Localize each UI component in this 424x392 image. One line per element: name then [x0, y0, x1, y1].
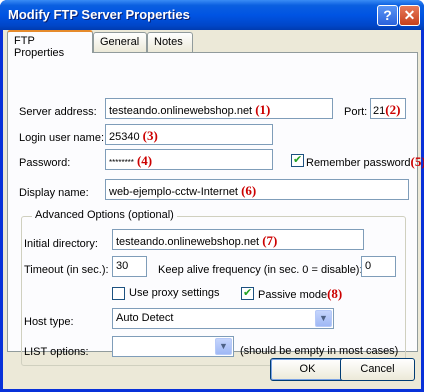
keep-alive-label: Keep alive frequency (in sec. 0 = disabl… — [158, 264, 363, 276]
host-type-label: Host type: — [24, 316, 74, 328]
server-address-input[interactable]: testeando.onlinewebshop.net (1) — [105, 98, 333, 119]
marker-2: (2) — [385, 102, 401, 117]
timeout-input[interactable]: 30 — [112, 256, 147, 277]
marker-4: (4) — [136, 153, 153, 168]
advanced-options-title: Advanced Options (optional) — [32, 209, 177, 221]
tab-label: General — [100, 36, 140, 48]
use-proxy-label[interactable]: Use proxy settings — [129, 287, 219, 299]
host-type-select[interactable]: Auto Detect ▼ — [112, 308, 334, 329]
keep-alive-input[interactable]: 0 — [361, 256, 396, 277]
server-address-value: testeando.onlinewebshop.net — [109, 105, 253, 117]
title-bar[interactable]: Modify FTP Server Properties ? ✕ — [0, 0, 424, 30]
port-value: 21 — [373, 105, 386, 117]
remember-password-checkbox[interactable] — [291, 153, 304, 167]
password-label: Password: — [19, 157, 71, 169]
marker-7: (7) — [262, 233, 278, 248]
tab-panel-ftp-properties: Server address: testeando.onlinewebshop.… — [7, 52, 424, 366]
login-label: Login user name: — [19, 132, 104, 144]
initial-directory-input[interactable]: testeando.onlinewebshop.net (7) — [112, 229, 364, 250]
passive-mode-checkbox[interactable] — [241, 286, 254, 300]
marker-1: (1) — [255, 102, 271, 117]
host-type-value: Auto Detect — [116, 312, 174, 324]
marker-3: (3) — [142, 128, 158, 143]
tab-ftp-properties[interactable]: FTP Properties — [7, 30, 93, 59]
dialog-body: FTP Properties General Notes Server addr… — [3, 30, 424, 389]
marker-5: (5) — [410, 154, 424, 169]
login-value: 25340 — [109, 131, 140, 143]
tab-label: FTP Properties — [14, 35, 65, 59]
tab-general[interactable]: General — [93, 32, 147, 52]
list-options-hint: (should be empty in most cases) — [240, 345, 399, 357]
help-icon[interactable]: ? — [377, 5, 398, 26]
close-icon[interactable]: ✕ — [399, 5, 420, 26]
passive-mode-text: Passive mode — [258, 289, 328, 301]
timeout-value: 30 — [116, 260, 129, 272]
password-value: ******** — [109, 158, 134, 167]
use-proxy-checkbox[interactable] — [112, 287, 125, 300]
chevron-down-icon[interactable]: ▼ — [215, 338, 232, 355]
remember-password-label[interactable]: Remember password(5) — [306, 154, 424, 170]
password-input[interactable]: ******** (4) — [105, 149, 273, 170]
ok-button[interactable]: OK — [270, 358, 345, 381]
passive-mode-label[interactable]: Passive mode(8) — [258, 286, 342, 302]
list-options-select[interactable]: ▼ — [112, 336, 234, 357]
window-title: Modify FTP Server Properties — [8, 7, 190, 22]
marker-8: (8) — [327, 286, 343, 301]
list-options-label: LIST options: — [24, 346, 89, 358]
initial-directory-label: Initial directory: — [24, 238, 98, 250]
cancel-button[interactable]: Cancel — [340, 358, 415, 381]
tab-label: Notes — [154, 36, 183, 48]
remember-password-text: Remember password — [306, 157, 411, 169]
chevron-down-icon[interactable]: ▼ — [315, 310, 332, 327]
port-label: Port: — [344, 106, 368, 118]
display-name-input[interactable]: web-ejemplo-cctw-Internet (6) — [105, 179, 409, 200]
initial-directory-value: testeando.onlinewebshop.net — [116, 236, 260, 248]
dialog-window: Modify FTP Server Properties ? ✕ FTP Pro… — [0, 0, 424, 392]
keep-alive-value: 0 — [365, 260, 372, 272]
login-input[interactable]: 25340 (3) — [105, 124, 273, 145]
display-name-label: Display name: — [19, 187, 89, 199]
display-name-value: web-ejemplo-cctw-Internet — [109, 186, 238, 198]
marker-6: (6) — [241, 183, 257, 198]
port-input[interactable]: 21(2) — [370, 98, 406, 119]
server-address-label: Server address: — [19, 106, 97, 118]
timeout-label: Timeout (in sec.): — [24, 264, 109, 276]
tab-notes[interactable]: Notes — [147, 32, 193, 52]
